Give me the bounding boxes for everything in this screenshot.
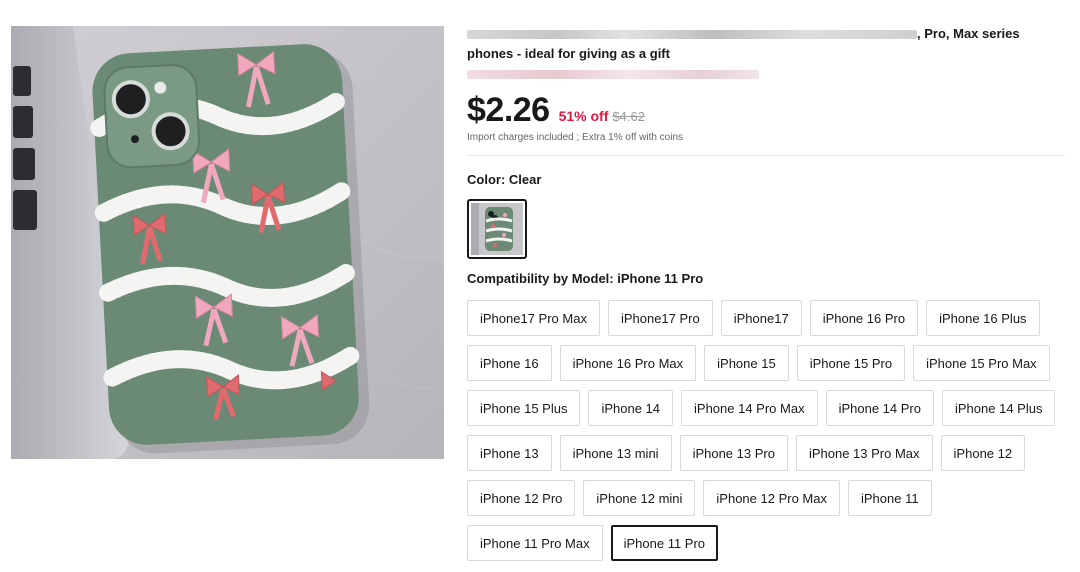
title-visible-text: , Pro, Max series [917,26,1020,41]
model-option[interactable]: iPhone 13 [467,435,552,471]
current-price: $2.26 [467,91,550,129]
model-option[interactable]: iPhone 14 [588,390,674,426]
model-option[interactable]: iPhone 13 Pro Max [795,435,933,471]
price-row: $2.26 51% off $4.62 [467,91,1065,130]
model-option[interactable]: iPhone 15 Pro [796,345,906,381]
title-line-2: phones - ideal for giving as a gift [467,46,670,61]
model-options: iPhone17 Pro Max iPhone17 Pro iPhone17 iPho… [467,300,1067,561]
blurred-title-text [467,30,917,40]
original-price: $4.62 [612,109,645,124]
model-option[interactable]: iPhone 12 [940,435,1026,471]
discount-badge: 51% off [558,108,609,124]
model-option[interactable]: iPhone 12 mini [583,480,696,516]
model-option[interactable]: iPhone 12 Pro [467,480,576,516]
model-option[interactable]: iPhone 13 Pro [679,435,788,471]
model-option[interactable]: iPhone 15 [704,345,789,381]
model-option[interactable]: iPhone17 Pro [607,300,713,336]
model-option[interactable]: iPhone 15 Plus [467,390,581,426]
model-option[interactable]: iPhone 14 Plus [942,390,1056,426]
model-option[interactable]: iPhone 11 Pro Max [467,525,603,561]
compatibility-label: Compatibility by Model: iPhone 11 Pro [467,271,704,286]
model-option[interactable]: iPhone 15 Pro Max [913,345,1050,381]
model-option[interactable]: iPhone 11 [847,480,932,516]
model-option[interactable]: iPhone 11 Pro [610,525,719,561]
model-option[interactable]: iPhone 16 [467,345,552,381]
model-option[interactable]: iPhone17 [720,300,802,336]
divider [467,155,1065,156]
color-swatch-clear[interactable] [467,199,527,259]
model-option[interactable]: iPhone17 Pro Max [467,300,600,336]
product-info: , Pro, Max series phones - ideal for giv… [467,24,1065,561]
model-option[interactable]: iPhone 14 Pro Max [681,390,818,426]
color-label: Color: Clear [467,172,542,187]
model-option[interactable]: iPhone 13 mini [559,435,672,471]
product-image[interactable] [11,26,444,459]
swatch-thumbnail [471,203,523,255]
blurred-subtitle [467,70,759,79]
charges-note: Import charges included ; Extra 1% off w… [467,132,684,143]
model-option[interactable]: iPhone 14 Pro [825,390,934,426]
model-option[interactable]: iPhone 16 Pro Max [559,345,697,381]
model-option[interactable]: iPhone 12 Pro Max [703,480,840,516]
phone-case-photo [11,26,444,459]
model-option[interactable]: iPhone 16 Plus [926,300,1040,336]
model-option[interactable]: iPhone 16 Pro [809,300,919,336]
product-title: , Pro, Max series phones - ideal for giv… [467,24,1065,64]
